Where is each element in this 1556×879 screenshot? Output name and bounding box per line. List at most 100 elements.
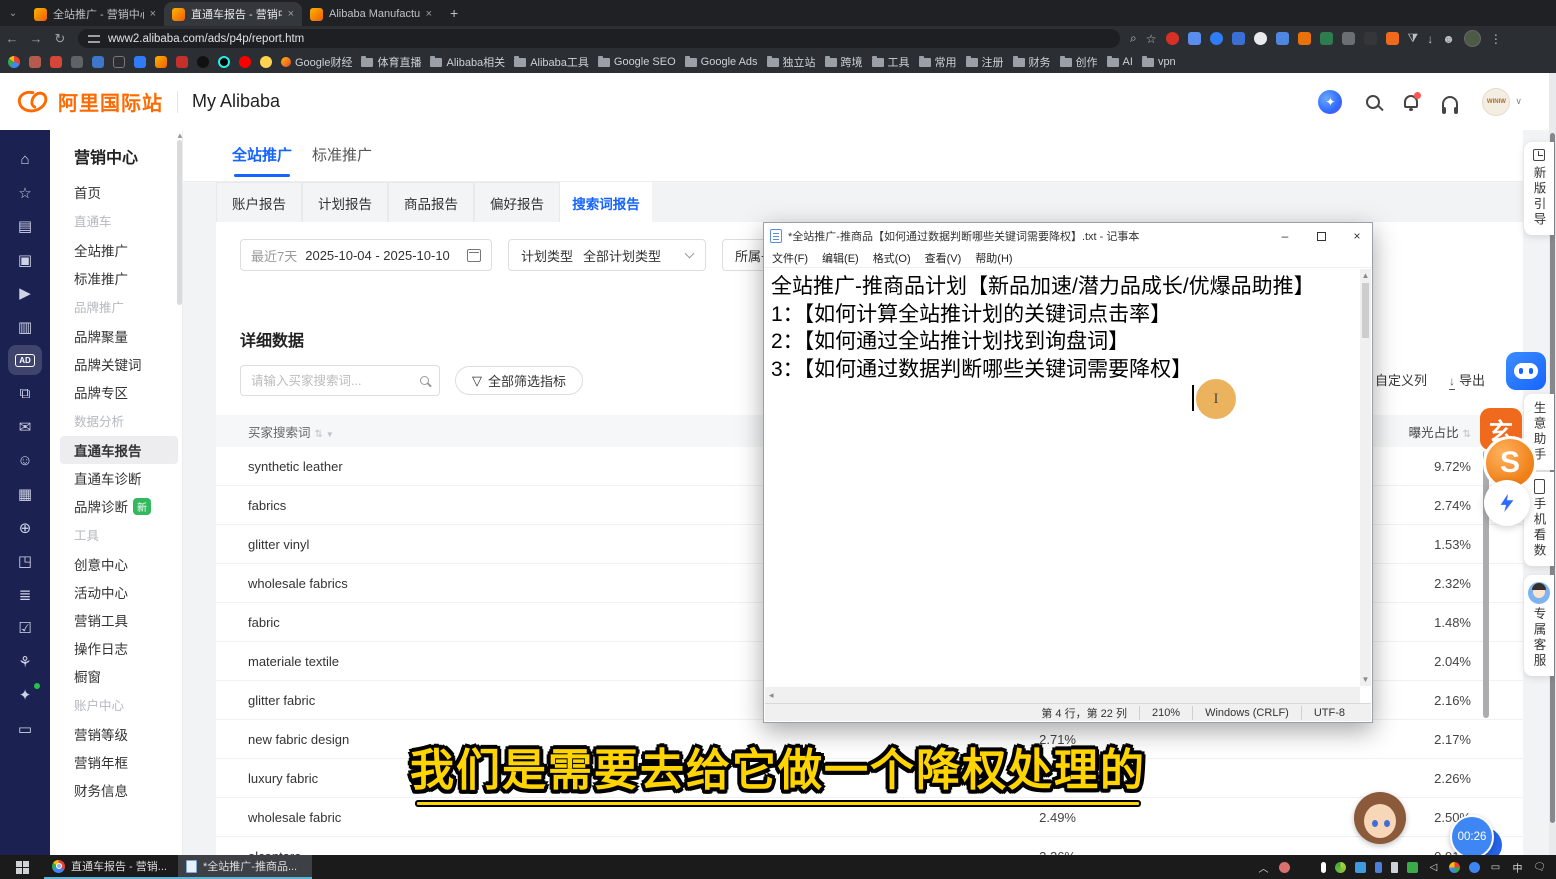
notification-center-icon[interactable]: 🗨︎: [1533, 862, 1546, 873]
date-range-picker[interactable]: 最近7天 2025-10-04 - 2025-10-10: [240, 239, 492, 271]
taskbar-notepad-task-active[interactable]: *全站推广-推商品...: [178, 855, 312, 879]
browser-tab-3[interactable]: Alibaba Manufacturer Direct ×: [302, 2, 440, 26]
customer-service-tab[interactable]: 专属客服: [1524, 575, 1554, 676]
extension-icon[interactable]: [1188, 32, 1201, 45]
search-input[interactable]: [251, 374, 420, 388]
rail-marketing-ad-icon-active[interactable]: AD: [8, 345, 42, 375]
rail-products-icon[interactable]: ▣: [8, 249, 42, 271]
scroll-up-icon[interactable]: ▲: [1362, 271, 1370, 280]
new-version-guide-tab[interactable]: 新版引导: [1524, 142, 1554, 235]
extension-icon[interactable]: [1386, 32, 1399, 45]
tab-fullsite-promo-active[interactable]: 全站推广: [232, 144, 292, 165]
new-tab-button[interactable]: +: [450, 0, 458, 26]
plan-type-select[interactable]: 计划类型 全部计划类型: [508, 239, 706, 271]
tab-plan-report[interactable]: 计划报告: [302, 182, 388, 222]
bookmark-folder[interactable]: 创作: [1060, 54, 1098, 70]
tray-microphone-icon[interactable]: ​: [1299, 862, 1312, 873]
rail-messages-icon[interactable]: ✉: [8, 416, 42, 438]
favicon[interactable]: [155, 56, 167, 68]
search-icon[interactable]: [1366, 95, 1380, 109]
sidebar-item-operation-log[interactable]: 操作日志: [74, 634, 182, 662]
rail-ticket-icon[interactable]: ⧉: [8, 383, 42, 405]
bookmark-folder[interactable]: 工具: [872, 54, 910, 70]
bookmark-folder[interactable]: AI: [1107, 56, 1133, 68]
favicon[interactable]: [176, 56, 188, 68]
notepad-text-area[interactable]: 全站推广-推商品计划【新品加速/潜力品成长/优爆品助推】 1：【如何计算全站推计…: [765, 269, 1360, 686]
extension-icon[interactable]: [1320, 32, 1333, 45]
favicon[interactable]: [218, 56, 230, 68]
start-button[interactable]: [0, 855, 44, 879]
tray-defender-icon[interactable]: [1449, 862, 1460, 873]
notepad-window[interactable]: *全站推广-推商品【如何通过数据判断哪些关键词需要降权】.txt - 记事本 –…: [763, 222, 1373, 723]
lightning-quick-icon[interactable]: [1484, 480, 1530, 526]
tab-search-caret-icon[interactable]: ⌄: [0, 0, 26, 26]
tab-close-icon[interactable]: ×: [288, 8, 294, 20]
bookmark-folder[interactable]: 常用: [919, 54, 957, 70]
bookmark-folder[interactable]: 跨境: [825, 54, 863, 70]
rail-video-icon[interactable]: ▶: [8, 282, 42, 304]
sidebar-item-brand-zone[interactable]: 品牌专区: [74, 378, 182, 406]
extensions-puzzle-icon[interactable]: ⧩: [1408, 31, 1419, 46]
scrollbar-thumb[interactable]: [1362, 283, 1369, 338]
sidebar-item-brand-juliang[interactable]: 品牌聚量: [74, 322, 182, 350]
phone-data-tab[interactable]: 手机看数: [1524, 472, 1554, 566]
menu-edit[interactable]: 编辑(E): [822, 250, 859, 266]
favicon[interactable]: [113, 56, 125, 68]
close-button[interactable]: ×: [1342, 223, 1372, 249]
sidebar-item-home[interactable]: 首页: [74, 178, 182, 206]
rail-orders-icon[interactable]: ▦: [8, 483, 42, 505]
favicon[interactable]: [197, 56, 209, 68]
rail-data-icon[interactable]: ≣: [8, 584, 42, 606]
bookmark-folder[interactable]: Alibaba相关: [430, 54, 505, 70]
taskbar-chrome-task[interactable]: 直通车报告 - 营销...: [44, 855, 178, 879]
address-bar[interactable]: www2.alibaba.com/ads/p4p/report.htm: [78, 29, 1120, 48]
menu-kebab-icon[interactable]: ⋮: [1490, 32, 1502, 46]
bookmark-star-icon[interactable]: ☆: [1146, 32, 1157, 46]
sidebar-item-showcase[interactable]: 橱窗: [74, 662, 182, 690]
tab-account-report[interactable]: 账户报告: [216, 182, 302, 222]
tab-searchword-report-active[interactable]: 搜索词报告: [560, 182, 652, 222]
bookmark-folder[interactable]: 体育直播: [361, 54, 421, 70]
extension-icon[interactable]: [1364, 32, 1377, 45]
rail-home-icon[interactable]: ⌂: [8, 148, 42, 170]
bookmark-folder[interactable]: Alibaba工具: [514, 54, 589, 70]
rail-global-icon[interactable]: ⊕: [8, 517, 42, 539]
notepad-vertical-scrollbar[interactable]: ▲ ▼: [1360, 269, 1371, 686]
rail-growth-icon[interactable]: ⚘: [8, 651, 42, 673]
favicon[interactable]: [71, 56, 83, 68]
rail-briefcase-icon[interactable]: ▭: [8, 718, 42, 740]
table-row[interactable]: new fabric design2.71%2.17%: [216, 720, 1523, 759]
bookmark-folder[interactable]: 财务: [1013, 54, 1051, 70]
notifications-bell-icon[interactable]: [1404, 95, 1418, 108]
tray-wechat-icon[interactable]: [1407, 862, 1418, 873]
extension-icon[interactable]: [1254, 32, 1267, 45]
notepad-titlebar[interactable]: *全站推广-推商品【如何通过数据判断哪些关键词需要降权】.txt - 记事本 –…: [764, 223, 1372, 249]
filter-icon[interactable]: ▼: [326, 430, 334, 439]
tray-mic-icon[interactable]: [1321, 862, 1326, 873]
favicon[interactable]: [8, 56, 20, 68]
rail-shop-icon[interactable]: ▤: [8, 215, 42, 237]
tab-product-report[interactable]: 商品报告: [388, 182, 474, 222]
favicon[interactable]: [260, 56, 272, 68]
site-info-icon[interactable]: [88, 35, 100, 43]
buyer-search-box[interactable]: [240, 365, 440, 396]
sidebar-item-activity-center[interactable]: 活动中心: [74, 578, 182, 606]
user-menu[interactable]: WINIW ∨: [1482, 88, 1522, 116]
tray-shield-icon[interactable]: [1469, 862, 1480, 873]
sidebar-item-annual-frame[interactable]: 营销年框: [74, 748, 182, 776]
tab-standard-promo[interactable]: 标准推广: [312, 144, 372, 165]
sidebar-item-brand-diagnose[interactable]: 品牌诊断新: [74, 492, 182, 520]
tray-phone-icon[interactable]: [1375, 862, 1382, 873]
table-row[interactable]: wholesale fabric2.49%2.50%: [216, 798, 1523, 837]
menu-help[interactable]: 帮助(H): [975, 250, 1012, 266]
timer-badge[interactable]: 00:26: [1450, 815, 1494, 859]
favicon[interactable]: [92, 56, 104, 68]
tab-close-icon[interactable]: ×: [150, 8, 156, 20]
rail-security-icon[interactable]: ☑: [8, 617, 42, 639]
support-headset-icon[interactable]: [1442, 96, 1458, 108]
menu-scrollbar-thumb[interactable]: [177, 140, 182, 305]
extension-icon[interactable]: [1276, 32, 1289, 45]
bookmark-folder[interactable]: Google SEO: [598, 56, 676, 68]
tab-preference-report[interactable]: 偏好报告: [474, 182, 560, 222]
forward-icon[interactable]: →: [24, 31, 48, 46]
